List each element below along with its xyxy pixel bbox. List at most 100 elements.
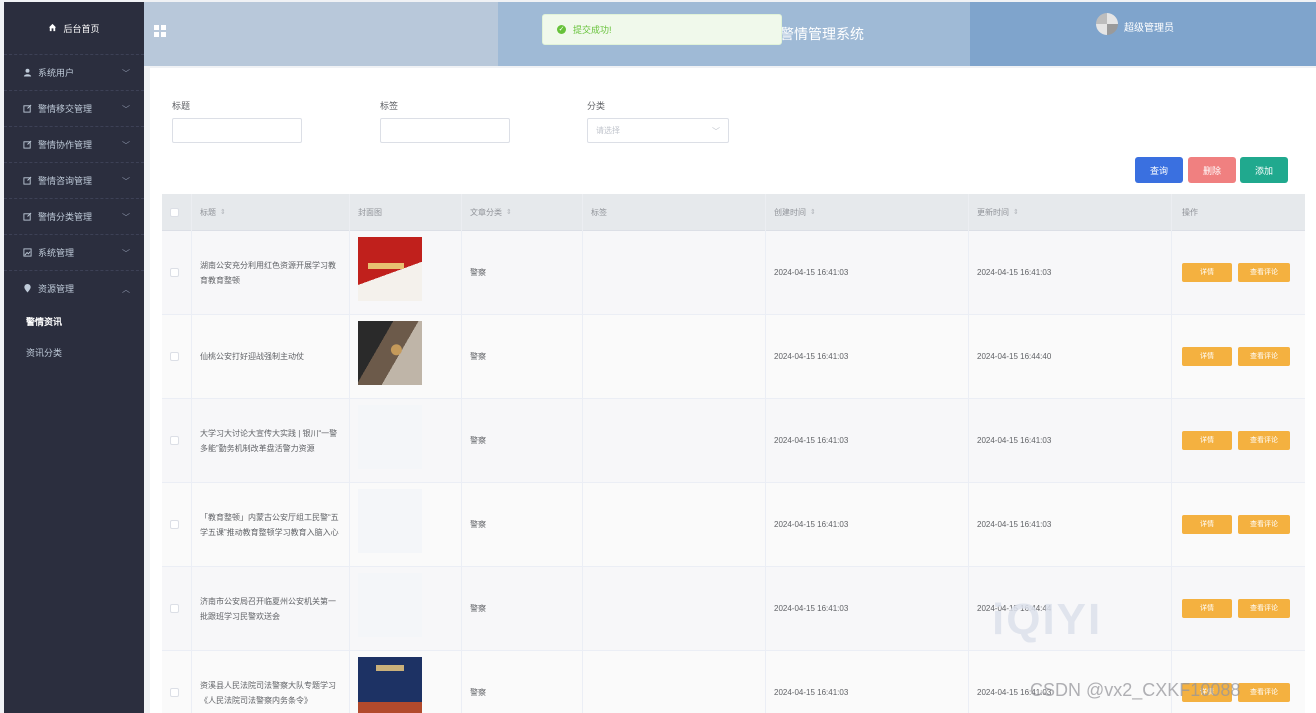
sidebar-item-system-users[interactable]: 系统用户 ﹀ (4, 54, 144, 90)
header-tag: 标签 (583, 193, 766, 231)
iqiyi-watermark: iQIYI (992, 595, 1103, 644)
view-comments-button[interactable]: 查看评论 (1238, 263, 1290, 282)
row-title: 湖南公安充分利用红色资源开展学习教育教育整顿 (192, 231, 350, 315)
row-category: 警察 (462, 398, 583, 483)
detail-button[interactable]: 详情 (1182, 431, 1232, 450)
sidebar-item-label: 警情协作管理 (38, 140, 93, 150)
sidebar: 后台首页 系统用户 ﹀ 警情移交管理 ﹀ 警情协作管理 ﹀ 警情咨询管理 ﹀ 警… (4, 2, 144, 713)
main-content: 标题 标签 分类 请选择 ﹀ 查询 删除 添加 标题 ⇕ 封面图 文章分类 ⇕ 标签… (150, 68, 1316, 713)
row-checkbox[interactable] (170, 352, 179, 361)
sidebar-item-cooperation[interactable]: 警情协作管理 ﹀ (4, 126, 144, 162)
row-created: 2024-04-15 16:41:03 (766, 650, 969, 713)
row-checkbox[interactable] (170, 268, 179, 277)
edit-icon (22, 140, 32, 150)
avatar[interactable] (1096, 13, 1118, 35)
system-title: 警情管理系统 (780, 26, 864, 42)
table-row: 「教育整顿」内蒙古公安厅组工民警“五学五课”推动教育整顿学习教育入脑入心 警察 … (162, 482, 1305, 567)
chevron-down-icon: ﹀ (122, 177, 130, 186)
cover-image (358, 572, 422, 637)
row-tag (583, 314, 766, 399)
row-checkbox[interactable] (170, 436, 179, 445)
header-created[interactable]: 创建时间 ⇕ (766, 193, 969, 231)
row-title: 仙桃公安打好迎战强制主动仗 (192, 314, 350, 399)
delete-button[interactable]: 删除 (1188, 157, 1236, 183)
chevron-down-icon: ﹀ (122, 213, 130, 222)
row-checkbox[interactable] (170, 688, 179, 697)
chevron-down-icon: ﹀ (122, 141, 130, 150)
sort-icon[interactable]: ⇕ (506, 208, 512, 216)
table-row: 湖南公安充分利用红色资源开展学习教育教育整顿 警察 2024-04-15 16:… (162, 231, 1305, 315)
row-tag (583, 231, 766, 315)
chevron-down-icon: ﹀ (122, 69, 130, 78)
sidebar-item-resources[interactable]: 资源管理 ︿ (4, 270, 144, 306)
sidebar-item-category[interactable]: 警情分类管理 ﹀ (4, 198, 144, 234)
category-filter-label: 分类 (587, 101, 606, 111)
username[interactable]: 超级管理员 (1124, 19, 1174, 34)
sidebar-item-label: 系统用户 (38, 68, 75, 78)
sidebar-item-consult[interactable]: 警情咨询管理 ﹀ (4, 162, 144, 198)
row-tag (583, 566, 766, 651)
detail-button[interactable]: 详情 (1182, 263, 1232, 282)
edit-icon (22, 212, 32, 222)
view-comments-button[interactable]: 查看评论 (1238, 683, 1290, 702)
picture-icon (22, 248, 32, 258)
add-button[interactable]: 添加 (1240, 157, 1288, 183)
sidebar-item-system[interactable]: 系统管理 ﹀ (4, 234, 144, 270)
success-toast: ✓ 提交成功! (542, 14, 782, 45)
sidebar-subitem-news[interactable]: 警情资讯 (4, 306, 144, 337)
view-comments-button[interactable]: 查看评论 (1238, 431, 1290, 450)
row-title: 济南市公安局召开临夏州公安机关第一批跟班学习民警欢送会 (192, 566, 350, 651)
sidebar-item-label: 系统管理 (38, 248, 75, 258)
sort-icon[interactable]: ⇕ (220, 208, 226, 216)
row-updated: 2024-04-15 16:41:03 (969, 231, 1172, 315)
sidebar-subitem-news-category[interactable]: 资讯分类 (4, 337, 144, 368)
home-icon (48, 23, 57, 34)
location-icon (22, 284, 32, 294)
row-tag (583, 650, 766, 713)
view-comments-button[interactable]: 查看评论 (1238, 347, 1290, 366)
row-checkbox[interactable] (170, 604, 179, 613)
cover-image (358, 320, 422, 385)
title-filter-input[interactable] (172, 118, 302, 143)
chevron-down-icon: ﹀ (122, 105, 130, 114)
row-tag (583, 398, 766, 483)
tag-filter-label: 标签 (380, 101, 399, 111)
table-row: 大学习大讨论大宣传大实践 | 银川“一警多能”勤务机制改革盘活警力资源 警察 2… (162, 398, 1305, 483)
row-title: 「教育整顿」内蒙古公安厅组工民警“五学五课”推动教育整顿学习教育入脑入心 (192, 482, 350, 567)
tag-filter-input[interactable] (380, 118, 510, 143)
sidebar-item-label: 警情移交管理 (38, 104, 93, 114)
sort-icon[interactable]: ⇕ (1013, 208, 1019, 216)
query-button[interactable]: 查询 (1135, 157, 1183, 183)
user-icon (22, 68, 32, 78)
edit-icon (22, 104, 32, 114)
category-select[interactable]: 请选择 ﹀ (587, 118, 729, 143)
row-created: 2024-04-15 16:41:03 (766, 566, 969, 651)
cover-image (358, 404, 422, 469)
row-category: 警察 (462, 482, 583, 567)
view-comments-button[interactable]: 查看评论 (1238, 515, 1290, 534)
row-created: 2024-04-15 16:41:03 (766, 398, 969, 483)
chevron-down-icon: ﹀ (712, 127, 720, 136)
sidebar-item-transfer[interactable]: 警情移交管理 ﹀ (4, 90, 144, 126)
detail-button[interactable]: 详情 (1182, 515, 1232, 534)
menu-grid-icon[interactable] (154, 25, 166, 37)
toast-message: 提交成功! (573, 25, 612, 35)
category-select-placeholder: 请选择 (596, 126, 620, 135)
header-title[interactable]: 标题 ⇕ (192, 193, 350, 231)
table-header: 标题 ⇕ 封面图 文章分类 ⇕ 标签 创建时间 ⇕ 更新时间 ⇕ 操作 (162, 193, 1305, 231)
row-category: 警察 (462, 566, 583, 651)
sort-icon[interactable]: ⇕ (810, 208, 816, 216)
header-category[interactable]: 文章分类 ⇕ (462, 193, 583, 231)
select-all-checkbox[interactable] (170, 207, 179, 217)
row-title: 资溪县人民法院司法警察大队专题学习《人民法院司法警察内务条令》 (192, 650, 350, 713)
detail-button[interactable]: 详情 (1182, 347, 1232, 366)
row-category: 警察 (462, 314, 583, 399)
csdn-watermark: CSDN @vx2_CXKF10088 (1030, 680, 1241, 700)
sidebar-home[interactable]: 后台首页 (4, 2, 144, 54)
header-updated[interactable]: 更新时间 ⇕ (969, 193, 1172, 231)
row-checkbox[interactable] (170, 520, 179, 529)
title-filter-label: 标题 (172, 101, 191, 111)
view-comments-button[interactable]: 查看评论 (1238, 599, 1290, 618)
detail-button[interactable]: 详情 (1182, 599, 1232, 618)
row-title: 大学习大讨论大宣传大实践 | 银川“一警多能”勤务机制改革盘活警力资源 (192, 398, 350, 483)
